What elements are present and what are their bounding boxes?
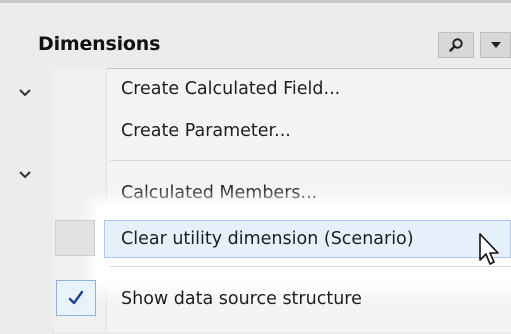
search-button[interactable] bbox=[438, 32, 474, 58]
chevron-down-icon[interactable] bbox=[14, 168, 36, 182]
caret-down-icon bbox=[490, 42, 501, 48]
menu-item-clear-utility-dimension-text[interactable]: Clear utility dimension (Scenario) bbox=[106, 222, 511, 256]
menu-separator bbox=[110, 160, 511, 161]
menu-item-label: Calculated Members... bbox=[121, 183, 318, 203]
menu-item-label: Create Parameter... bbox=[121, 121, 291, 141]
checkmark-icon bbox=[68, 290, 84, 305]
checkmark-box bbox=[56, 280, 96, 316]
menu-item-label: Show data source structure bbox=[121, 289, 362, 309]
panel-menu-dropdown-button[interactable] bbox=[480, 32, 511, 58]
search-icon bbox=[449, 38, 463, 52]
menu-item-show-data-source-structure[interactable]: Show data source structure bbox=[106, 282, 511, 316]
menu-item-calculated-members[interactable]: Calculated Members... bbox=[106, 176, 511, 210]
panel-title: Dimensions bbox=[38, 33, 161, 55]
menu-separator bbox=[110, 266, 511, 267]
menu-item-create-calculated-field[interactable]: Create Calculated Field... bbox=[106, 72, 511, 106]
mouse-cursor-icon bbox=[479, 233, 499, 265]
menu-item-label: Clear utility dimension (Scenario) bbox=[121, 229, 414, 249]
menu-item-icon-slot bbox=[55, 220, 95, 256]
chevron-down-icon[interactable] bbox=[14, 86, 36, 100]
menu-item-create-parameter[interactable]: Create Parameter... bbox=[106, 114, 511, 148]
menu-item-label: Create Calculated Field... bbox=[121, 79, 341, 99]
